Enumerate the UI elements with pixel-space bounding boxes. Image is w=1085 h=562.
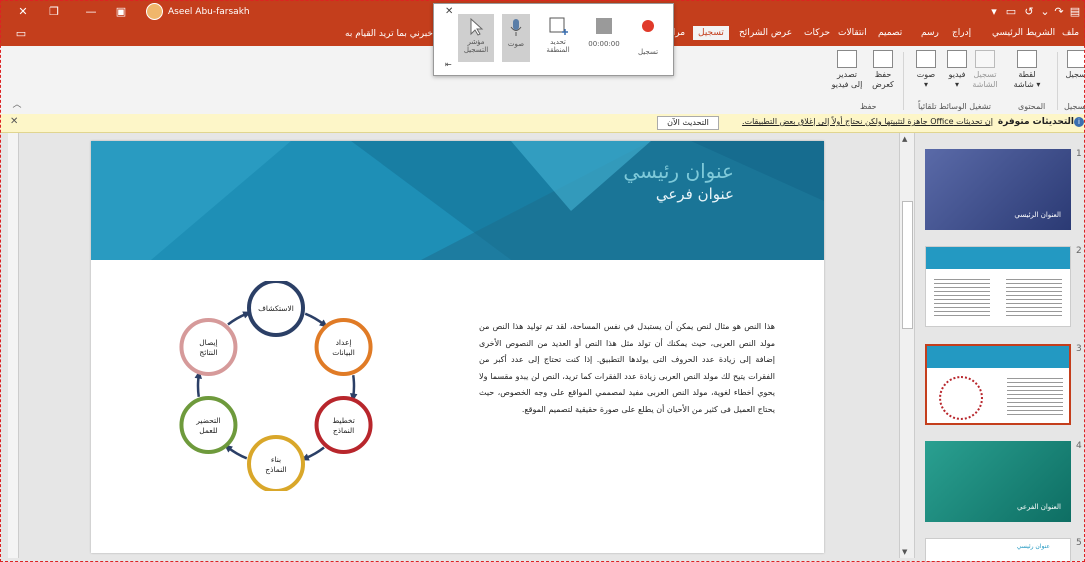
restore-icon[interactable]: ❐ [45, 3, 63, 21]
start-from-beginning-icon[interactable]: ▭ [1002, 3, 1020, 21]
tab-file[interactable]: ملف [1062, 28, 1079, 38]
tab-slide-show[interactable]: عرض الشرائح [739, 28, 792, 38]
scrollbar-thumb[interactable] [902, 201, 913, 329]
update-title: التحديثات متوفرة [997, 117, 1074, 127]
info-icon: i [1074, 117, 1084, 127]
speaker-icon [916, 50, 936, 68]
cycle-node-label: النماذج [265, 465, 286, 474]
dismiss-infobar-icon[interactable]: ✕ [10, 116, 18, 127]
slide-canvas[interactable]: عنوان رئيسي عنوان فرعي الاستكشاف إعداد الب… [91, 141, 824, 553]
group-separator [903, 52, 904, 110]
group-label-content: المحتوى [1018, 102, 1046, 111]
slide-title[interactable]: عنوان رئيسي [623, 159, 734, 183]
record-dot-icon [642, 20, 654, 32]
tab-draw[interactable]: رسم [921, 28, 939, 38]
thumbnail-number: 4 [1076, 441, 1082, 451]
microphone-icon [510, 19, 522, 36]
slide-thumbnail[interactable]: العنوان الرئيسي [925, 149, 1071, 230]
cycle-node-label: البيانات [332, 348, 355, 357]
cycle-node-label: النتائج [199, 348, 217, 357]
thumbnail-number: 3 [1076, 344, 1082, 354]
save-show-icon [873, 50, 893, 68]
save-icon[interactable]: ▤ [1066, 3, 1084, 21]
cycle-node-label: إيصال [199, 338, 217, 347]
thumbnail-label: العنوان الفرعي [1017, 503, 1061, 511]
update-message[interactable]: إن تحديثات Office جاهزة لتثبيتها ولكن نح… [742, 117, 993, 126]
audio-toggle[interactable]: صوت [502, 14, 530, 62]
group-label-autoplay: تشغيل الوسائط تلقائياً [918, 102, 991, 111]
save-as-show-button[interactable]: حفظ كعرض [866, 50, 900, 90]
tab-home[interactable]: الشريط الرئيسي [992, 28, 1055, 38]
close-icon[interactable]: ✕ [14, 3, 32, 21]
tell-me-box[interactable]: أخبرني بما تريد القيام به [345, 29, 436, 39]
cycle-node-label: النماذج [333, 426, 354, 435]
slide-thumbnail[interactable]: العنوان الفرعي [925, 441, 1071, 522]
thumbnail-label: العنوان الرئيسي [1014, 211, 1061, 219]
collapse-ribbon-icon[interactable]: ︿ [8, 96, 26, 114]
cycle-node-label: تخطيط [332, 416, 354, 425]
start-recording-button[interactable]: تسجيل [628, 16, 668, 56]
qat-dropdown-icon[interactable]: ▾ [985, 3, 1003, 21]
slide-thumbnail[interactable] [925, 246, 1071, 327]
export-video-icon [837, 50, 857, 68]
cycle-node[interactable] [314, 396, 373, 454]
screen-recording-toolbar: ✕ ⇤ مؤشر التسجيل صوت تحديد المنطقة 00:00… [433, 3, 674, 76]
minimize-icon[interactable]: — [82, 3, 100, 21]
film-icon [947, 50, 967, 68]
thumbnail-label: عنوان رئيسي [1016, 543, 1050, 550]
cycle-node-label: الاستكشاف [258, 304, 294, 313]
pin-icon[interactable]: ⇤ [445, 60, 452, 69]
audio-button[interactable]: صوت ▾ [909, 50, 943, 90]
thumbnail-number: 2 [1076, 246, 1082, 256]
user-name: Aseel Abu-farsakh [168, 6, 250, 17]
cycle-node-label: التحضير [195, 416, 220, 425]
cycle-node[interactable] [314, 318, 373, 376]
cycle-node[interactable] [179, 396, 238, 454]
scroll-up-icon[interactable]: ▲ [902, 135, 907, 143]
stop-recording-button[interactable]: 00:00:00 [584, 16, 624, 48]
group-label-record: تسجيل [1064, 102, 1085, 111]
screenshot-button[interactable]: لقطة شاشة ▾ [1010, 50, 1044, 90]
select-area-icon [549, 17, 568, 35]
avatar [146, 3, 163, 20]
tab-transitions[interactable]: انتقالات [838, 28, 867, 38]
record-pointer-toggle[interactable]: مؤشر التسجيل [458, 14, 494, 62]
slide-subtitle[interactable]: عنوان فرعي [656, 185, 734, 203]
update-now-button[interactable]: التحديث الآن [657, 116, 719, 130]
comments-icon[interactable]: ▭ [12, 25, 30, 43]
thumbnail-number: 5 [1076, 538, 1082, 548]
update-info-bar: ✕ التحديث الآن إن تحديثات Office جاهزة ل… [0, 114, 1085, 133]
cycle-node[interactable] [179, 318, 238, 376]
camera-icon [1017, 50, 1037, 68]
screen-record-icon [975, 50, 995, 68]
cycle-diagram: الاستكشافإعدادالبياناتتخطيطالنماذجبناءال… [179, 281, 373, 491]
cycle-node-label: إعداد [336, 338, 352, 347]
scroll-down-icon[interactable]: ▼ [902, 548, 907, 556]
tab-animations[interactable]: حركات [804, 28, 830, 38]
slide-thumbnails-panel: العنوان الرئيسي 1 2 3 العنوان الفرعي 4 ع… [913, 133, 1085, 562]
close-recorder-icon[interactable]: ✕ [445, 6, 453, 17]
stop-icon [596, 18, 612, 34]
tab-design[interactable]: تصميم [878, 28, 902, 38]
cycle-node-label: للعمل [199, 426, 217, 435]
ribbon-display-options-icon[interactable]: ▣ [112, 3, 130, 21]
tab-insert[interactable]: إدراج [952, 28, 971, 38]
video-button[interactable]: فيديو ▾ [940, 50, 974, 90]
record-button[interactable]: تسجيل [1060, 50, 1085, 80]
select-area-button[interactable]: تحديد المنطقة [538, 16, 578, 54]
cycle-node-label: بناء [271, 455, 281, 464]
slide-body-text[interactable]: هذا النص هو مثال لنص يمكن أن يستبدل في ن… [479, 319, 775, 418]
slide-thumbnail[interactable]: عنوان رئيسي [925, 538, 1071, 562]
slide-thumbnail-selected[interactable] [925, 344, 1071, 425]
record-slide-icon [1067, 50, 1085, 68]
export-video-button[interactable]: تصدير إلى فيديو [830, 50, 864, 90]
pointer-icon [470, 17, 484, 36]
thumbnail-number: 1 [1076, 149, 1082, 159]
group-separator [1057, 52, 1058, 110]
cycle-node[interactable] [247, 435, 305, 491]
tab-recording[interactable]: تسجيل [693, 26, 729, 40]
vertical-ruler [8, 133, 19, 558]
user-account[interactable]: Aseel Abu-farsakh [146, 3, 250, 20]
group-label-save: حفظ [860, 102, 877, 111]
